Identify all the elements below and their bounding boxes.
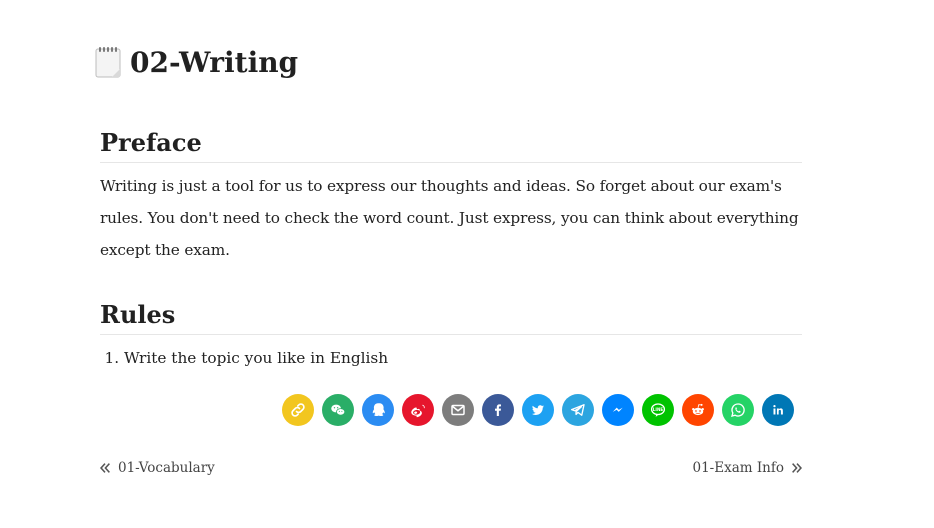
page-title-text: 02-Writing: [130, 45, 299, 79]
linkedin-icon: [773, 405, 783, 415]
twitter-icon: [532, 405, 544, 415]
reddit-share-button[interactable]: [682, 394, 714, 426]
whatsapp-icon: [731, 403, 745, 417]
link-icon: [291, 403, 305, 417]
telegram-share-button[interactable]: [562, 394, 594, 426]
rules-list: Write the topic you like in English: [100, 342, 824, 374]
reddit-icon: [692, 403, 704, 416]
weibo-icon: [411, 404, 425, 418]
twitter-share-button[interactable]: [522, 394, 554, 426]
line-icon: LINE: [650, 403, 666, 417]
whatsapp-share-button[interactable]: [722, 394, 754, 426]
weibo-share-button[interactable]: [402, 394, 434, 426]
line-share-button[interactable]: LINE: [642, 394, 674, 426]
linkedin-share-button[interactable]: [762, 394, 794, 426]
share-bar: LINE: [282, 394, 794, 426]
messenger-share-button[interactable]: [602, 394, 634, 426]
email-icon: [451, 404, 465, 416]
rules-list-item: Write the topic you like in English: [124, 342, 824, 374]
preface-heading: Preface: [100, 128, 802, 163]
facebook-icon: [495, 404, 501, 416]
messenger-icon: [612, 407, 623, 412]
next-post-link[interactable]: 01-Exam Info: [692, 460, 804, 476]
wechat-share-button[interactable]: [322, 394, 354, 426]
svg-text:LINE: LINE: [653, 407, 664, 412]
facebook-share-button[interactable]: [482, 394, 514, 426]
preface-paragraph: Writing is just a tool for us to express…: [100, 177, 799, 259]
rules-heading: Rules: [100, 300, 802, 335]
qq-share-button[interactable]: [362, 394, 394, 426]
post-navigation: 01-Vocabulary 01-Exam Info: [98, 460, 804, 482]
next-post-label: 01-Exam Info: [692, 460, 784, 476]
prev-post-link[interactable]: 01-Vocabulary: [98, 460, 215, 476]
qq-icon: [372, 403, 385, 416]
telegram-icon: [570, 404, 585, 416]
page-title: 02-Writing: [94, 42, 298, 82]
notepad-icon: [94, 45, 124, 79]
wechat-icon: [331, 404, 346, 416]
email-share-button[interactable]: [442, 394, 474, 426]
copy-link-button[interactable]: [282, 394, 314, 426]
prev-post-label: 01-Vocabulary: [118, 460, 215, 476]
double-chevron-left-icon: [100, 463, 110, 473]
double-chevron-right-icon: [792, 463, 802, 473]
